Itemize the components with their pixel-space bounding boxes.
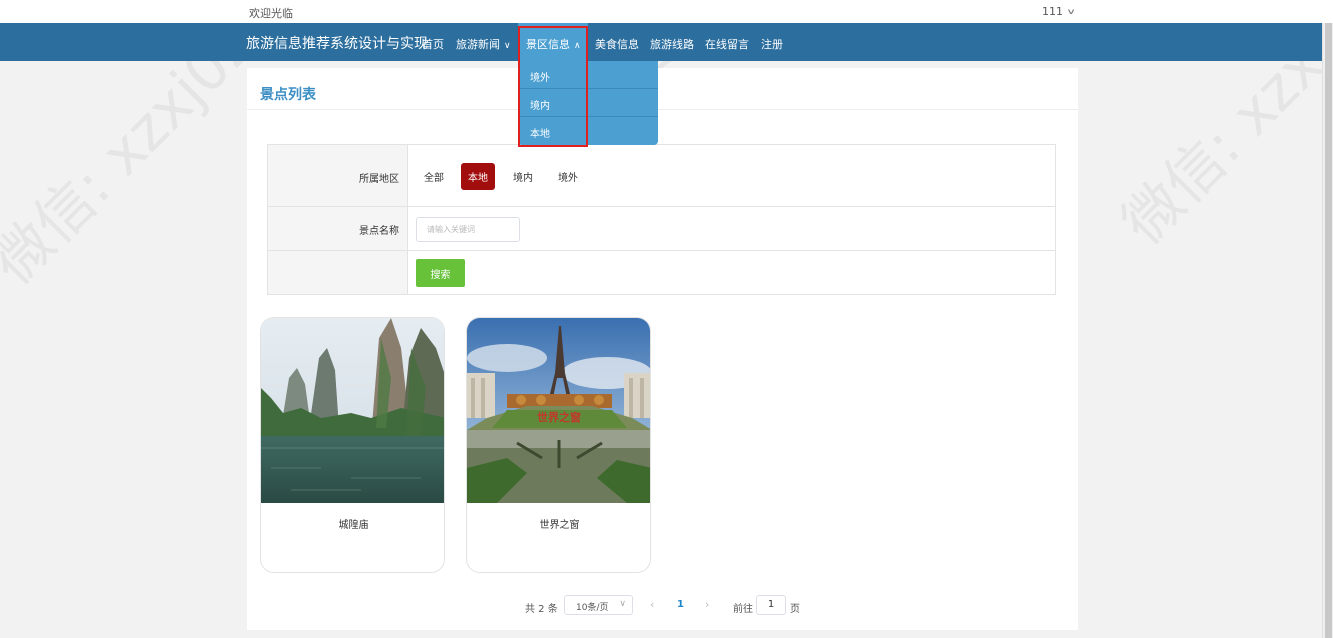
pagination-total: 共 2 条 bbox=[525, 604, 558, 615]
spot-image[interactable]: 世界之窗 bbox=[467, 318, 650, 503]
nav-item-scenic[interactable]: 景区信息 ∧ bbox=[526, 36, 581, 52]
eiffel-tower-park-image: 世界之窗 bbox=[467, 318, 650, 503]
scrollbar-thumb[interactable] bbox=[1325, 23, 1332, 638]
chevron-down-icon: ∨ bbox=[619, 599, 626, 609]
goto-suffix: 页 bbox=[790, 604, 800, 615]
spot-name[interactable]: 城隍庙 bbox=[261, 516, 444, 531]
pagination: 共 2 条 10条/页 ∨ ‹ 1 › 前往 1 页 bbox=[247, 595, 1078, 617]
main-card: 景点列表 所属地区 全部 本地 境内 境外 景点名称 搜索 bbox=[247, 68, 1078, 630]
region-option-overseas[interactable]: 境外 bbox=[551, 163, 585, 190]
goto-page-input[interactable]: 1 bbox=[756, 595, 786, 615]
region-label: 所属地区 bbox=[359, 174, 399, 185]
dropdown-item-local[interactable]: 本地 bbox=[518, 117, 658, 145]
spot-card[interactable]: 城隍庙 bbox=[260, 317, 445, 573]
region-option-all[interactable]: 全部 bbox=[417, 163, 451, 190]
nav-item-register[interactable]: 注册 bbox=[761, 36, 783, 52]
page-size-value: 10条/页 bbox=[576, 603, 609, 613]
chevron-down-icon: ∨ bbox=[1066, 6, 1076, 17]
dropdown-item-domestic[interactable]: 境内 bbox=[518, 89, 658, 117]
user-menu[interactable]: 111 ∨ bbox=[1042, 5, 1076, 18]
name-filter-row: 景点名称 bbox=[268, 207, 1055, 251]
search-row: 搜索 bbox=[268, 251, 1055, 294]
page-title: 景点列表 bbox=[260, 87, 316, 103]
divider bbox=[247, 109, 1078, 110]
karst-lake-image bbox=[261, 318, 444, 503]
nav-item-news[interactable]: 旅游新闻 ∨ bbox=[456, 36, 511, 52]
page-number-current[interactable]: 1 bbox=[677, 599, 684, 610]
top-bar: 欢迎光临 111 ∨ bbox=[0, 0, 1333, 23]
nav-item-label: 首页 bbox=[422, 38, 444, 51]
goto-prefix: 前往 bbox=[733, 604, 753, 615]
nav-item-label: 旅游线路 bbox=[650, 38, 694, 51]
region-label-cell: 所属地区 bbox=[268, 145, 408, 206]
prev-page-icon[interactable]: ‹ bbox=[650, 598, 654, 611]
site-title[interactable]: 旅游信息推荐系统设计与实现 bbox=[246, 33, 428, 53]
nav-item-label: 旅游新闻 bbox=[456, 38, 500, 51]
name-label: 景点名称 bbox=[359, 226, 399, 237]
empty-label-cell bbox=[268, 251, 408, 294]
nav-item-routes[interactable]: 旅游线路 bbox=[650, 36, 694, 52]
spot-name[interactable]: 世界之窗 bbox=[467, 516, 650, 531]
spot-card[interactable]: 世界之窗 世界之窗 bbox=[466, 317, 651, 573]
search-button[interactable]: 搜索 bbox=[416, 259, 465, 287]
chevron-up-icon: ∧ bbox=[574, 41, 581, 51]
page-size-select[interactable]: 10条/页 ∨ bbox=[564, 595, 633, 615]
dropdown-item-overseas[interactable]: 境外 bbox=[518, 61, 658, 89]
scenic-dropdown-menu: 境外 境内 本地 bbox=[518, 61, 658, 145]
nav-item-label: 美食信息 bbox=[595, 38, 639, 51]
nav-item-label: 在线留言 bbox=[705, 38, 749, 51]
nav-item-home[interactable]: 首页 bbox=[422, 36, 444, 52]
region-option-domestic[interactable]: 境内 bbox=[506, 163, 540, 190]
nav-item-food[interactable]: 美食信息 bbox=[595, 36, 639, 52]
welcome-text: 欢迎光临 bbox=[249, 7, 293, 20]
region-filter-row: 所属地区 全部 本地 境内 境外 bbox=[268, 145, 1055, 207]
filter-panel: 所属地区 全部 本地 境内 境外 景点名称 搜索 bbox=[267, 144, 1056, 295]
spot-image[interactable] bbox=[261, 318, 444, 503]
next-page-icon[interactable]: › bbox=[705, 598, 709, 611]
name-label-cell: 景点名称 bbox=[268, 207, 408, 250]
spot-name-input[interactable] bbox=[416, 217, 520, 242]
nav-item-messages[interactable]: 在线留言 bbox=[705, 36, 749, 52]
region-option-local[interactable]: 本地 bbox=[461, 163, 495, 190]
user-name: 111 bbox=[1042, 5, 1063, 18]
nav-item-label: 注册 bbox=[761, 38, 783, 51]
navbar: 旅游信息推荐系统设计与实现 首页 旅游新闻 ∨ 景区信息 ∧ 美食信息 旅游线路 在… bbox=[0, 23, 1322, 61]
svg-text:世界之窗: 世界之窗 bbox=[537, 410, 581, 424]
chevron-down-icon: ∨ bbox=[504, 41, 511, 51]
nav-item-label: 景区信息 bbox=[526, 38, 570, 51]
scrollbar[interactable] bbox=[1322, 23, 1333, 638]
